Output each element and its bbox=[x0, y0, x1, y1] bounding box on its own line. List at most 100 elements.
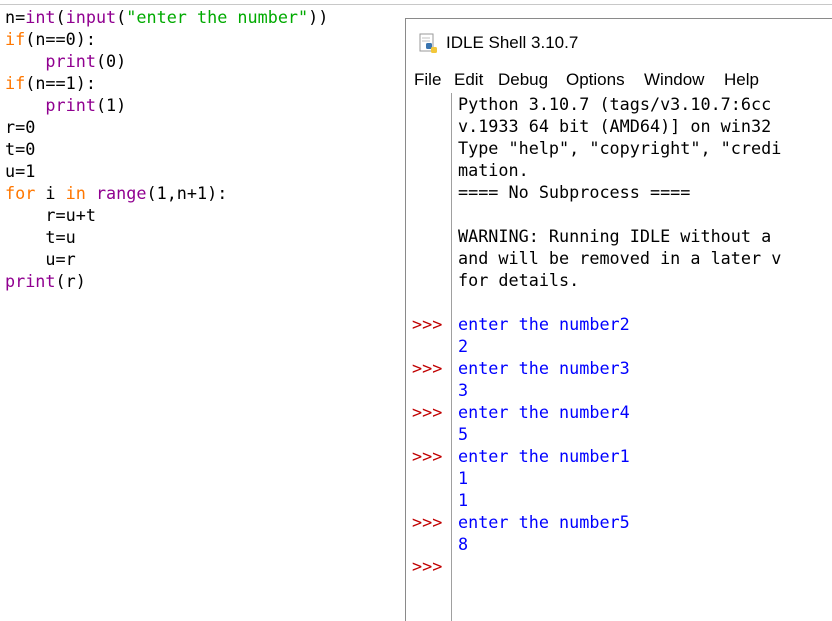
code-token: range bbox=[95, 183, 147, 203]
input-prompt-line: enter the number3 bbox=[458, 357, 781, 379]
source-code[interactable]: n=int(input("enter the number")) if(n==0)… bbox=[5, 6, 328, 292]
menu-debug[interactable]: Debug bbox=[498, 70, 548, 90]
stdout-line: 2 bbox=[458, 335, 781, 357]
banner-line: and will be removed in a later v bbox=[458, 248, 782, 268]
shell-prompt: >>> bbox=[412, 446, 443, 466]
code-line: print(r) bbox=[5, 270, 328, 292]
banner-line: Type "help", "copyright", "credi bbox=[458, 138, 782, 158]
stdout-line: 8 bbox=[458, 533, 781, 555]
code-token: in bbox=[65, 183, 86, 203]
code-line: print(1) bbox=[5, 94, 328, 116]
shell-prompt: >>> bbox=[412, 358, 443, 378]
output-value: 8 bbox=[458, 534, 469, 554]
banner-line: for details. bbox=[458, 270, 580, 290]
code-token: ( bbox=[55, 7, 66, 27]
code-token: (0) bbox=[95, 51, 127, 71]
code-token: (n==1): bbox=[25, 73, 96, 93]
prompt-text: enter the number4 bbox=[458, 402, 630, 422]
output-value: 1 bbox=[458, 468, 469, 488]
output-value: 3 bbox=[458, 380, 469, 400]
code-line: n=int(input("enter the number")) bbox=[5, 6, 328, 28]
stdout-line: 1 bbox=[458, 467, 781, 489]
menu-options[interactable]: Options bbox=[566, 70, 625, 90]
code-token: for bbox=[5, 183, 36, 203]
code-line: if(n==1): bbox=[5, 72, 328, 94]
code-token: if bbox=[5, 29, 26, 49]
input-prompt-line: enter the number1 bbox=[458, 445, 781, 467]
menu-bar: File Edit Debug Options Window Help bbox=[406, 68, 832, 94]
prompt-text: enter the number3 bbox=[458, 358, 630, 378]
code-token: input bbox=[65, 7, 117, 27]
output-value: 1 bbox=[458, 490, 469, 510]
shell-prompt: >>> bbox=[412, 556, 443, 576]
prompt-text: enter the number1 bbox=[458, 446, 630, 466]
code-line: t=0 bbox=[5, 138, 328, 160]
prompt-text: enter the number2 bbox=[458, 314, 630, 334]
input-prompt-line: enter the number5 bbox=[458, 511, 781, 533]
banner-line bbox=[458, 203, 781, 225]
shell-prompt: >>> bbox=[412, 512, 443, 532]
python-idle-icon bbox=[419, 33, 437, 53]
code-token: )) bbox=[308, 7, 329, 27]
code-line: for i in range(1,n+1): bbox=[5, 182, 328, 204]
banner-line bbox=[458, 291, 781, 313]
code-token: t=u bbox=[5, 227, 76, 247]
title-bar[interactable]: IDLE Shell 3.10.7 bbox=[406, 19, 832, 67]
code-token: print bbox=[45, 51, 96, 71]
stdout-line: 5 bbox=[458, 423, 781, 445]
code-line: r=u+t bbox=[5, 204, 328, 226]
code-line: print(0) bbox=[5, 50, 328, 72]
idle-shell-window[interactable]: IDLE Shell 3.10.7 File Edit Debug Options Wi… bbox=[405, 18, 832, 621]
menu-edit[interactable]: Edit bbox=[454, 70, 483, 90]
code-token: i bbox=[35, 183, 66, 203]
window-title: IDLE Shell 3.10.7 bbox=[446, 33, 579, 52]
shell-prompt: >>> bbox=[412, 314, 443, 334]
code-token: (r) bbox=[55, 271, 86, 291]
code-token: ( bbox=[116, 7, 127, 27]
banner-line: Python 3.10.7 (tags/v3.10.7:6cc bbox=[458, 94, 772, 114]
prompt-text: enter the number5 bbox=[458, 512, 630, 532]
code-token: if bbox=[5, 73, 26, 93]
code-token: r=0 bbox=[5, 117, 36, 137]
shell-text-area[interactable]: >>> >>> >>> >>> >>> >>> Python 3.10.7 (tags/v… bbox=[406, 93, 832, 621]
menu-window[interactable]: Window bbox=[644, 70, 704, 90]
code-line: t=u bbox=[5, 226, 328, 248]
input-prompt-line bbox=[458, 555, 781, 577]
code-editor[interactable]: n=int(input("enter the number")) if(n==0)… bbox=[0, 0, 405, 621]
output-value: 2 bbox=[458, 336, 469, 356]
output-value: 5 bbox=[458, 424, 469, 444]
code-token: int bbox=[25, 7, 56, 27]
banner-line: mation. bbox=[458, 160, 529, 180]
editor-divider bbox=[0, 4, 832, 5]
stdout-line: 3 bbox=[458, 379, 781, 401]
stdout-line: 1 bbox=[458, 489, 781, 511]
menu-file[interactable]: File bbox=[414, 70, 441, 90]
code-token: (1,n+1): bbox=[146, 183, 228, 203]
code-line: u=r bbox=[5, 248, 328, 270]
banner-line: ==== No Subprocess ==== bbox=[458, 182, 691, 202]
shell-output[interactable]: Python 3.10.7 (tags/v3.10.7:6cc v.1933 64… bbox=[458, 93, 781, 577]
shell-prompt: >>> bbox=[412, 402, 443, 422]
code-token: n= bbox=[5, 7, 26, 27]
code-line: u=1 bbox=[5, 160, 328, 182]
code-line: r=0 bbox=[5, 116, 328, 138]
banner-line: WARNING: Running IDLE without a bbox=[458, 226, 772, 246]
code-token: print bbox=[5, 271, 56, 291]
code-token: r=u+t bbox=[5, 205, 96, 225]
input-prompt-line: enter the number2 bbox=[458, 313, 781, 335]
input-prompt-line: enter the number4 bbox=[458, 401, 781, 423]
code-token: "enter the number" bbox=[126, 7, 309, 27]
menu-help[interactable]: Help bbox=[724, 70, 759, 90]
banner-line: v.1933 64 bit (AMD64)] on win32 bbox=[458, 116, 772, 136]
code-token: (n==0): bbox=[25, 29, 96, 49]
code-token: t=0 bbox=[5, 139, 36, 159]
code-token: print bbox=[45, 95, 96, 115]
prompt-gutter: >>> >>> >>> >>> >>> >>> bbox=[406, 93, 452, 621]
code-token: (1) bbox=[95, 95, 127, 115]
code-line: if(n==0): bbox=[5, 28, 328, 50]
code-token: u=r bbox=[5, 249, 76, 269]
code-token: u=1 bbox=[5, 161, 36, 181]
